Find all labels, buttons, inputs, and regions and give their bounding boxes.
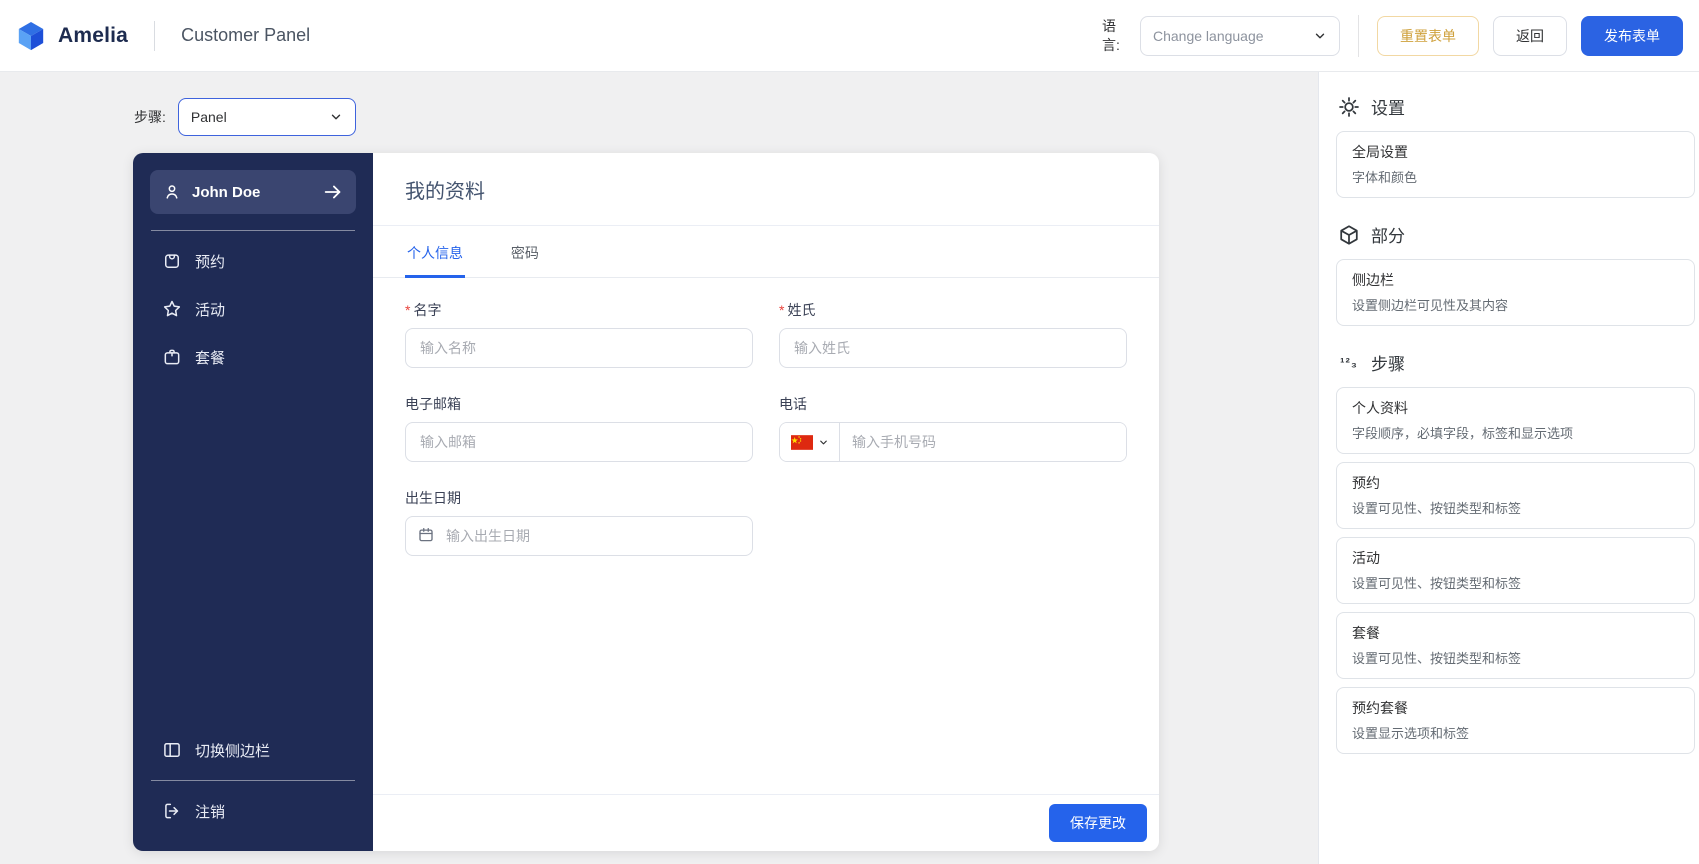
card-subtitle: 设置可见性、按钮类型和标签	[1352, 501, 1522, 516]
sidebar-divider	[151, 230, 355, 231]
step-label: 步骤:	[134, 109, 166, 125]
section-title-sections: 部分	[1371, 227, 1405, 246]
card-title: 预约	[1352, 475, 1380, 491]
publish-form-button[interactable]: 发布表单	[1581, 15, 1683, 56]
sidebar-section-card[interactable]: 侧边栏 设置侧边栏可见性及其内容	[1336, 259, 1695, 326]
chevron-down-icon	[329, 110, 343, 124]
language-select-value: Change language	[1153, 27, 1264, 44]
logout-item[interactable]: 注销	[150, 787, 356, 835]
step-card-booking-packages[interactable]: 预约套餐 设置显示选项和标签	[1336, 687, 1695, 754]
sidebar-divider	[151, 780, 355, 781]
language-label: 语言:	[1102, 18, 1120, 53]
phone-label: 电话	[779, 396, 807, 412]
packages-icon	[162, 347, 182, 367]
chevron-down-icon	[1313, 29, 1327, 43]
events-icon	[162, 299, 182, 319]
last-name-field-group: * 姓氏	[779, 300, 1127, 368]
step-card-appointments[interactable]: 预约 设置可见性、按钮类型和标签	[1336, 462, 1695, 529]
customize-panel: 设置 全局设置 字体和颜色 部分 侧边栏 设置侧边栏可见性及其内容 ¹²₃ 步骤…	[1318, 72, 1699, 864]
customer-panel-card: John Doe 预约 活动 套餐 切换侧边栏 注销 我的资料 个人信息 密码 …	[133, 153, 1159, 851]
sidebar-item-packages[interactable]: 套餐	[150, 333, 356, 381]
card-title: 活动	[1352, 550, 1380, 566]
tab-personal-info[interactable]: 个人信息	[405, 226, 465, 278]
steps-123-icon: ¹²₃	[1340, 355, 1358, 370]
header-divider	[1358, 14, 1359, 57]
card-subtitle: 设置侧边栏可见性及其内容	[1352, 298, 1509, 313]
required-asterisk: *	[779, 302, 785, 318]
sidebar-item-label: 活动	[195, 301, 226, 319]
panel-sidebar: John Doe 预约 活动 套餐 切换侧边栏 注销	[133, 153, 373, 851]
sidebar-item-appointments[interactable]: 预约	[150, 237, 356, 285]
email-input[interactable]	[405, 422, 753, 462]
language-select[interactable]: Change language	[1140, 15, 1340, 56]
page-title: Customer Panel	[181, 25, 311, 45]
step-select-value: Panel	[190, 109, 227, 125]
cube-icon	[1338, 224, 1360, 246]
appointments-icon	[162, 251, 182, 271]
calendar-icon	[417, 526, 435, 544]
preview-area: 步骤: Panel John Doe 预约 活动 套餐 切换侧边栏 注销 我的资…	[0, 72, 1318, 864]
step-card-profile[interactable]: 个人资料 字段顺序，必填字段，标签和显示选项	[1336, 387, 1695, 454]
card-subtitle: 设置显示选项和标签	[1352, 726, 1470, 741]
user-icon	[162, 182, 182, 202]
step-card-events[interactable]: 活动 设置可见性、按钮类型和标签	[1336, 537, 1695, 604]
card-title: 预约套餐	[1352, 700, 1408, 716]
card-subtitle: 设置可见性、按钮类型和标签	[1352, 576, 1522, 591]
step-select[interactable]: Panel	[177, 98, 356, 136]
card-subtitle: 字体和颜色	[1352, 170, 1418, 185]
top-header: Amelia Customer Panel 语言: Change languag…	[0, 0, 1699, 72]
arrow-right-icon	[322, 181, 344, 203]
toggle-sidebar-label: 切换侧边栏	[195, 742, 271, 760]
amelia-logo-icon	[16, 21, 46, 51]
first-name-input[interactable]	[405, 328, 753, 368]
global-settings-card[interactable]: 全局设置 字体和颜色	[1336, 131, 1695, 198]
first-name-label: 名字	[413, 302, 442, 318]
phone-field-group: 电话	[779, 394, 1127, 462]
card-title: 套餐	[1352, 625, 1380, 641]
brand-name: Amelia	[58, 23, 129, 47]
section-title-settings: 设置	[1371, 99, 1405, 118]
last-name-input[interactable]	[779, 328, 1127, 368]
toggle-sidebar-item[interactable]: 切换侧边栏	[150, 726, 356, 774]
sidebar-item-label: 套餐	[195, 349, 226, 367]
logout-label: 注销	[195, 803, 226, 821]
birthday-label: 出生日期	[405, 490, 461, 506]
sidebar-item-profile[interactable]: John Doe	[150, 170, 356, 214]
birthday-input[interactable]	[405, 516, 753, 556]
profile-title: 我的资料	[405, 180, 485, 203]
gear-icon	[1338, 96, 1360, 118]
first-name-field-group: * 名字	[405, 300, 753, 368]
email-field-group: 电子邮箱	[405, 394, 753, 462]
birthday-field-group: 出生日期	[405, 488, 753, 556]
card-subtitle: 设置可见性、按钮类型和标签	[1352, 651, 1522, 666]
save-changes-button[interactable]: 保存更改	[1049, 804, 1147, 842]
profile-panel: 我的资料 个人信息 密码 * 名字 输入名称 * 姓氏 输入姓氏 电子邮箱 输入…	[373, 153, 1159, 851]
reset-form-button[interactable]: 重置表单	[1377, 15, 1479, 56]
required-asterisk: *	[405, 302, 411, 318]
sidebar-item-events[interactable]: 活动	[150, 285, 356, 333]
profile-tabs: 个人信息 密码	[373, 226, 1159, 278]
header-divider	[154, 20, 156, 51]
sidebar-user-name: John Doe	[192, 183, 261, 201]
chevron-down-icon	[818, 437, 829, 448]
card-title: 侧边栏	[1352, 272, 1394, 288]
step-card-packages[interactable]: 套餐 设置可见性、按钮类型和标签	[1336, 612, 1695, 679]
country-code-select[interactable]	[780, 423, 840, 461]
sidebar-item-label: 预约	[195, 253, 226, 271]
back-button[interactable]: 返回	[1493, 15, 1567, 56]
card-title: 全局设置	[1352, 144, 1408, 160]
logout-icon	[162, 801, 182, 821]
phone-input[interactable]	[840, 423, 1126, 461]
china-flag-icon	[790, 434, 813, 450]
email-label: 电子邮箱	[405, 396, 461, 412]
tab-password[interactable]: 密码	[509, 226, 541, 278]
card-title: 个人资料	[1352, 400, 1408, 416]
card-subtitle: 字段顺序，必填字段，标签和显示选项	[1352, 426, 1574, 441]
section-title-steps: 步骤	[1371, 355, 1405, 374]
last-name-label: 姓氏	[787, 302, 816, 318]
layout-columns-icon	[162, 740, 182, 760]
